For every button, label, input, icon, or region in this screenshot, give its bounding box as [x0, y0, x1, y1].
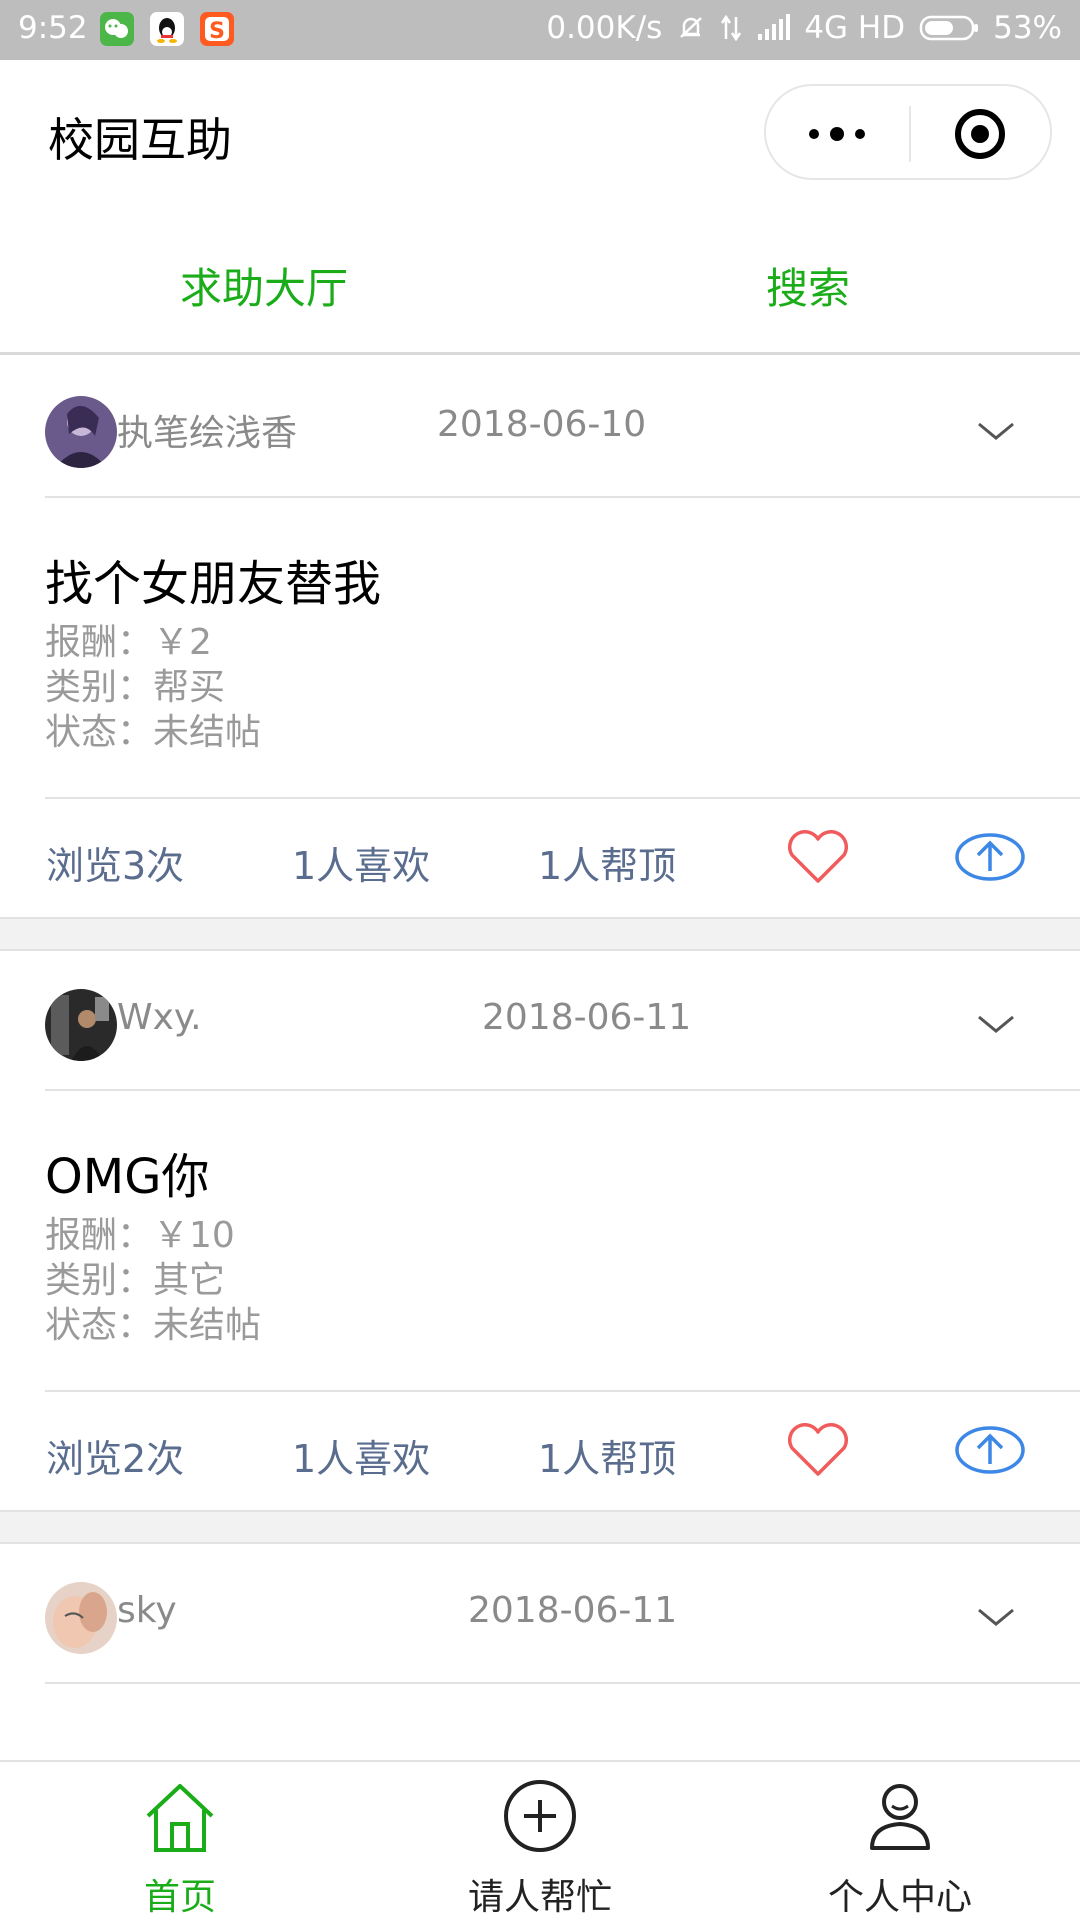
post-card[interactable]: 执笔绘浅香 2018-06-10 找个女朋友替我 报酬：￥2 类别：帮买 状态：… [0, 358, 1080, 919]
post-status: 状态：未结帖 [45, 1305, 262, 1346]
more-options-icon[interactable] [804, 112, 870, 156]
plus-circle-icon [504, 1780, 576, 1852]
avatar[interactable] [45, 1582, 117, 1654]
post-reward: 报酬：￥2 [45, 622, 212, 663]
top-tabs: 求助大厅 搜索 [0, 205, 1080, 355]
avatar[interactable] [45, 989, 117, 1061]
post-reward: 报酬：￥10 [45, 1215, 235, 1256]
post-footer: 浏览2次 1人喜欢 1人帮顶 [0, 1392, 1080, 1510]
miniprogram-capsule [764, 84, 1052, 180]
wechat-notification-icon [100, 12, 134, 46]
post-title: OMG你 [45, 1149, 210, 1205]
status-time: 9:52 [18, 10, 88, 46]
like-count: 1人喜欢 [292, 1437, 431, 1481]
network-speed: 0.00K/s [546, 10, 663, 46]
user-icon [870, 1784, 930, 1850]
view-count: 浏览2次 [46, 1437, 185, 1481]
username: Wxy. [117, 997, 202, 1038]
post-feed[interactable]: 执笔绘浅香 2018-06-10 找个女朋友替我 报酬：￥2 类别：帮买 状态：… [0, 358, 1080, 1760]
heart-icon[interactable] [784, 1422, 852, 1478]
bump-count: 1人帮顶 [538, 1437, 677, 1481]
home-icon [146, 1784, 214, 1852]
post-footer: 浏览3次 1人喜欢 1人帮顶 [0, 799, 1080, 917]
title-bar: 校园互助 [0, 60, 1080, 205]
page-title: 校园互助 [48, 113, 232, 167]
status-right: 0.00K/s 4G HD 53% [546, 10, 1062, 46]
bump-up-icon[interactable] [954, 1424, 1026, 1476]
post-date: 2018-06-10 [437, 404, 647, 445]
post-date: 2018-06-11 [468, 1590, 678, 1631]
bump-count: 1人帮顶 [538, 844, 677, 888]
chevron-down-icon[interactable] [975, 1602, 1017, 1632]
signal-icon [758, 14, 791, 40]
data-transfer-icon [721, 14, 742, 42]
post-header: Wxy. 2018-06-11 [45, 951, 1080, 1091]
post-card[interactable]: Wxy. 2018-06-11 OMG你 报酬：￥10 类别：其它 状态：未结帖… [0, 949, 1080, 1512]
close-miniprogram-icon[interactable] [952, 106, 1008, 162]
post-body[interactable]: OMG你 报酬：￥10 类别：其它 状态：未结帖 [45, 1091, 1080, 1392]
username: 执笔绘浅香 [117, 413, 298, 454]
post-category: 类别：帮买 [45, 667, 226, 708]
like-count: 1人喜欢 [292, 844, 431, 888]
post-header: sky 2018-06-11 [45, 1544, 1080, 1684]
capsule-divider [909, 106, 911, 162]
nav-profile-label: 个人中心 [827, 1877, 972, 1918]
nav-home-label: 首页 [143, 1877, 216, 1918]
post-title: 找个女朋友替我 [45, 556, 382, 612]
nav-profile[interactable]: 个人中心 [720, 1762, 1080, 1920]
chevron-down-icon[interactable] [975, 416, 1017, 446]
nav-request-help-label: 请人帮忙 [467, 1877, 612, 1918]
heart-icon[interactable] [784, 829, 852, 885]
svg-text:S: S [209, 19, 225, 44]
battery-icon [919, 15, 979, 41]
tab-help-hall[interactable]: 求助大厅 [180, 255, 348, 316]
nav-home[interactable]: 首页 [0, 1762, 360, 1920]
qq-notification-icon [150, 12, 184, 46]
post-status: 状态：未结帖 [45, 712, 262, 753]
mute-bell-icon [680, 17, 703, 38]
status-bar: 9:52 S 0.00K/s 4G HD 53% [0, 0, 1080, 60]
chevron-down-icon[interactable] [975, 1009, 1017, 1039]
post-card[interactable]: sky 2018-06-11 [0, 1542, 1080, 1760]
post-header: 执笔绘浅香 2018-06-10 [45, 358, 1080, 498]
battery-percent: 53% [993, 10, 1062, 46]
post-category: 类别：其它 [45, 1260, 226, 1301]
bottom-navigation: 首页 请人帮忙 个人中心 [0, 1760, 1080, 1920]
avatar[interactable] [45, 396, 117, 468]
bump-up-icon[interactable] [954, 831, 1026, 883]
post-date: 2018-06-11 [482, 997, 692, 1038]
tab-search[interactable]: 搜索 [766, 255, 850, 316]
username: sky [117, 1590, 177, 1631]
network-type: 4G HD [804, 10, 906, 46]
sogou-notification-icon: S [200, 12, 234, 46]
nav-request-help[interactable]: 请人帮忙 [360, 1762, 720, 1920]
post-body[interactable]: 找个女朋友替我 报酬：￥2 类别：帮买 状态：未结帖 [45, 498, 1080, 799]
view-count: 浏览3次 [46, 844, 185, 888]
